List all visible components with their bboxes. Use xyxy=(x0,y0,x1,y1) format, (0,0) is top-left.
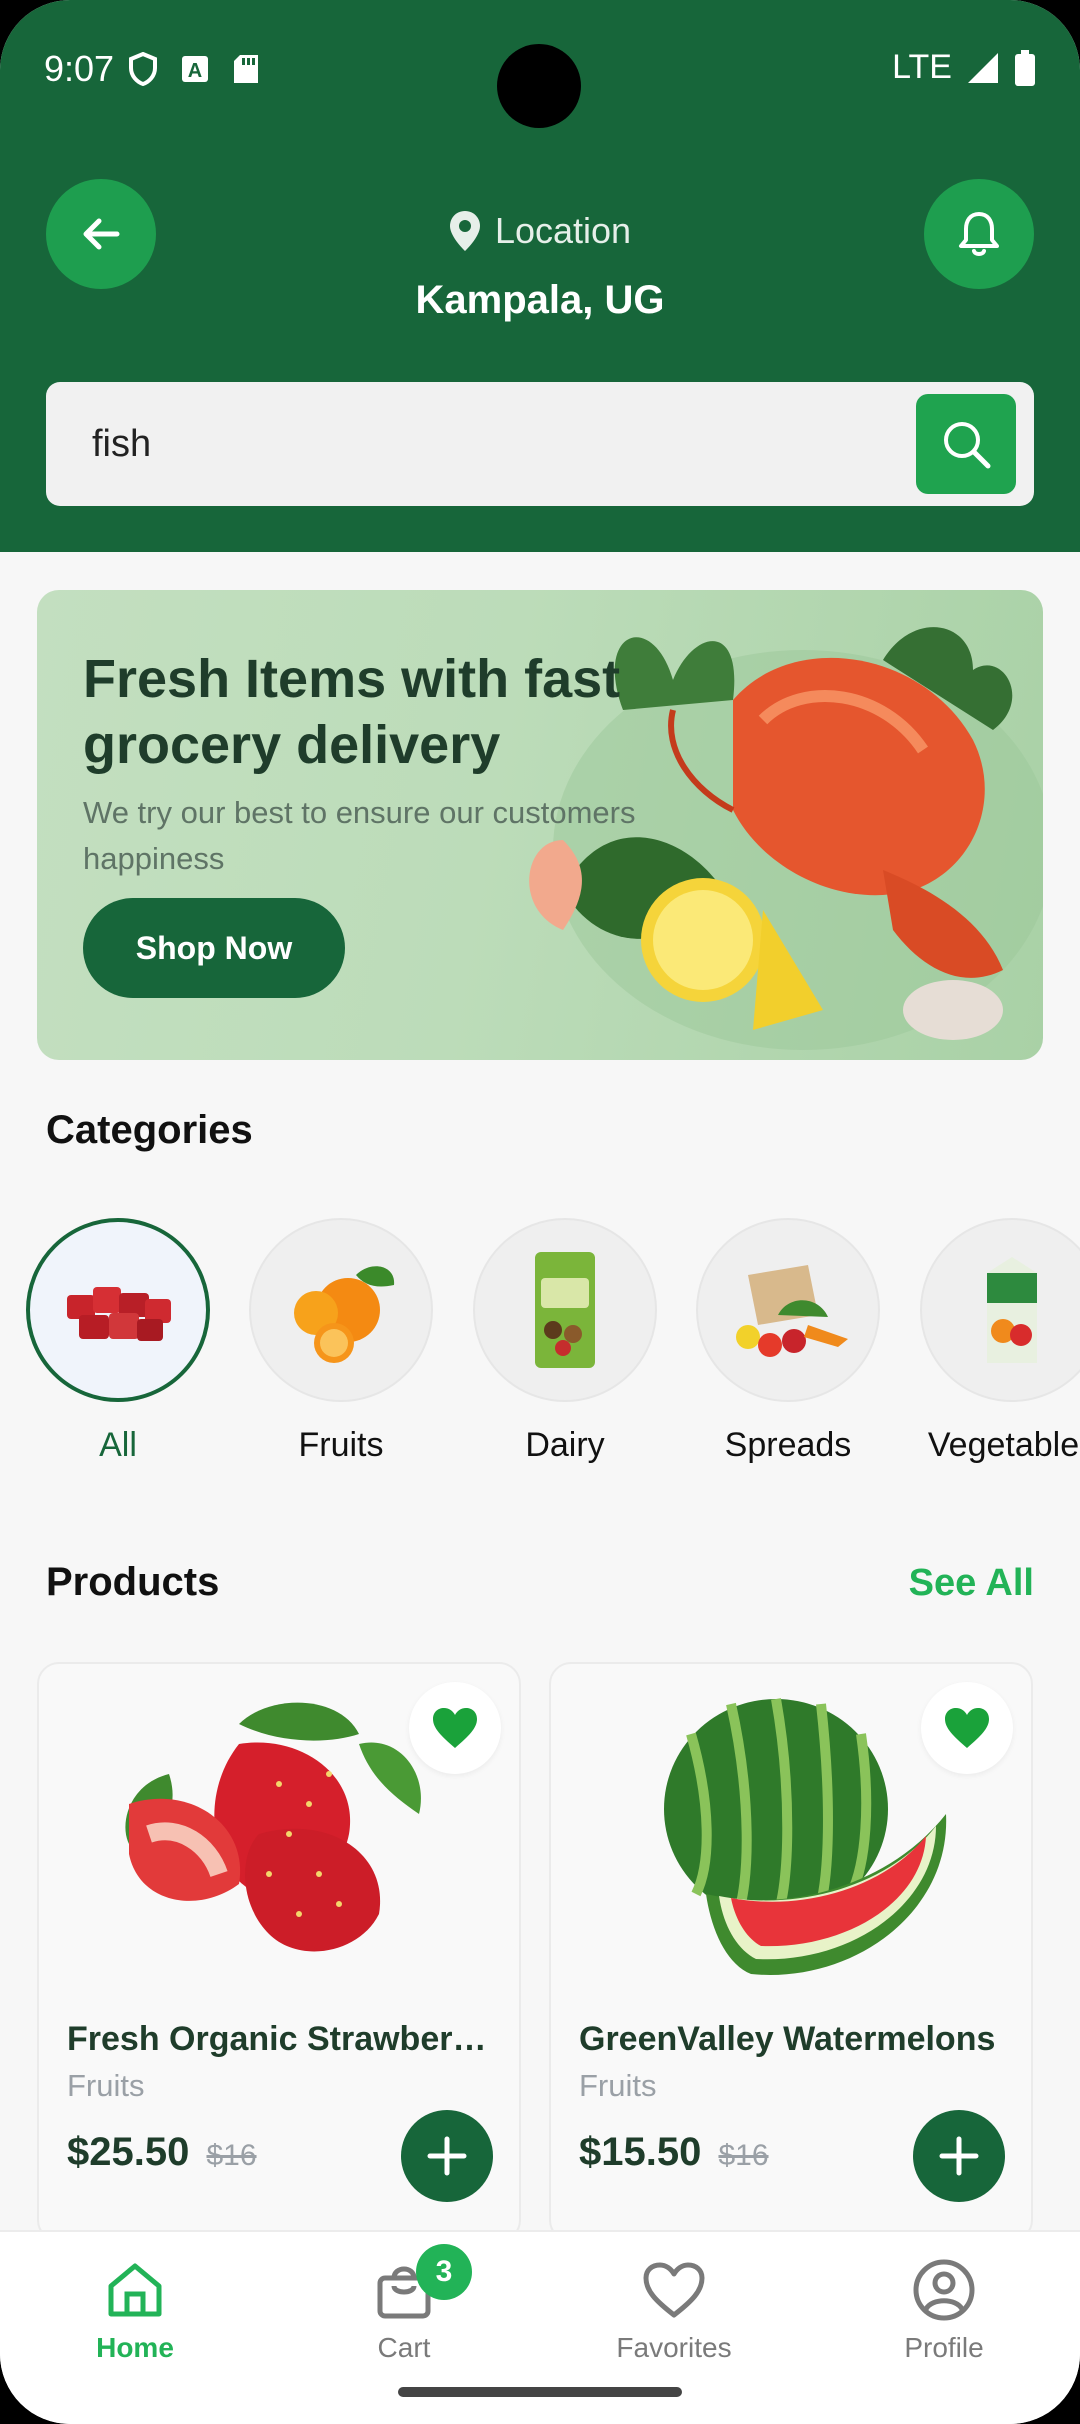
nav-cart[interactable]: 3 Cart xyxy=(304,2244,504,2364)
promo-banner: Fresh Items with fast grocery delivery W… xyxy=(37,590,1043,1060)
category-vegetables[interactable]: Vegetables xyxy=(920,1218,1080,1465)
category-dairy[interactable]: Dairy xyxy=(473,1218,657,1465)
add-to-cart-button[interactable] xyxy=(401,2110,493,2202)
category-label: Spreads xyxy=(724,1426,852,1464)
battery-icon xyxy=(1015,49,1035,86)
location-label: Location xyxy=(494,210,632,251)
add-to-cart-button[interactable] xyxy=(913,2110,1005,2202)
banner-subtitle: We try our best to ensure our customers … xyxy=(83,795,636,876)
search-input[interactable] xyxy=(46,382,906,506)
plus-icon xyxy=(939,2136,979,2176)
favorite-button[interactable] xyxy=(921,1682,1013,1774)
product-card[interactable]: GreenValley Watermelons Fruits $15.50 $1… xyxy=(549,1662,1033,2242)
network-type: LTE xyxy=(892,48,952,86)
category-spreads[interactable]: Spreads xyxy=(696,1218,880,1465)
nav-label: Cart xyxy=(377,2332,431,2363)
products-title: Products xyxy=(46,1560,220,1604)
heart-filled-icon xyxy=(433,1708,477,1748)
nav-label: Favorites xyxy=(616,2332,732,2363)
notifications-button[interactable] xyxy=(924,179,1034,289)
sd-card-icon xyxy=(234,55,258,83)
nav-label: Home xyxy=(96,2332,174,2363)
bell-icon xyxy=(959,212,999,256)
category-fruits[interactable]: Fruits xyxy=(249,1218,433,1465)
product-card[interactable]: Fresh Organic Strawberries Fruits $25.50… xyxy=(37,1662,521,2242)
camera-cutout xyxy=(497,44,581,128)
banner-title: Fresh Items with fast grocery delivery xyxy=(83,649,621,775)
cart-count-badge: 3 xyxy=(416,2244,472,2300)
profile-icon xyxy=(913,2259,975,2321)
accessibility-text-icon: A xyxy=(182,56,208,82)
product-category: Fruits xyxy=(67,2068,145,2103)
category-label: Fruits xyxy=(298,1426,384,1464)
signal-icon xyxy=(968,52,998,83)
categories-title: Categories xyxy=(46,1108,253,1152)
svg-text:A: A xyxy=(188,60,202,82)
search-bar xyxy=(46,382,1034,506)
juice-carton-icon xyxy=(987,1257,1037,1363)
category-label: Vegetables xyxy=(927,1426,1080,1464)
location-label-row: Location xyxy=(0,210,1080,252)
oranges-icon xyxy=(294,1266,395,1363)
location-value[interactable]: Kampala, UG xyxy=(0,278,1080,323)
favorite-button[interactable] xyxy=(409,1682,501,1774)
header: 9:07 A LTE Location Kampala, UG xyxy=(0,0,1080,552)
status-time: 9:07 xyxy=(44,48,115,89)
plus-icon xyxy=(427,2136,467,2176)
app-screen: 9:07 A LTE Location Kampala, UG fish Fre… xyxy=(0,0,1080,2424)
snack-pack-icon xyxy=(535,1252,595,1368)
grocery-bag-icon xyxy=(736,1265,848,1357)
category-label: Dairy xyxy=(525,1426,605,1464)
nav-home[interactable]: Home xyxy=(35,2254,235,2364)
location-pin-icon xyxy=(449,211,480,251)
home-icon xyxy=(108,2263,162,2317)
product-old-price: $16 xyxy=(718,2139,769,2172)
category-all[interactable]: All xyxy=(26,1218,210,1465)
see-all-link[interactable]: See All xyxy=(909,1562,1034,1605)
product-name: Fresh Organic Strawberries xyxy=(67,2020,497,2058)
shield-icon xyxy=(129,52,157,86)
nav-label: Profile xyxy=(904,2332,984,2363)
home-indicator[interactable] xyxy=(398,2387,682,2397)
search-button[interactable] xyxy=(916,394,1016,494)
product-price: $15.50 $16 xyxy=(579,2130,769,2174)
category-label: All xyxy=(99,1426,137,1464)
status-bar: 9:07 A LTE xyxy=(0,0,1080,140)
nav-profile[interactable]: Profile xyxy=(844,2254,1044,2364)
product-price: $25.50 $16 xyxy=(67,2130,257,2174)
shop-now-button[interactable]: Shop Now xyxy=(83,898,345,998)
search-icon xyxy=(944,422,991,469)
heart-filled-icon xyxy=(945,1708,989,1748)
nav-favorites[interactable]: Favorites xyxy=(574,2254,774,2364)
heart-outline-icon xyxy=(643,2262,705,2318)
product-category: Fruits xyxy=(579,2068,657,2103)
meat-cubes-icon xyxy=(67,1287,171,1341)
product-name: GreenValley Watermelons xyxy=(579,2020,996,2058)
product-old-price: $16 xyxy=(206,2139,257,2172)
